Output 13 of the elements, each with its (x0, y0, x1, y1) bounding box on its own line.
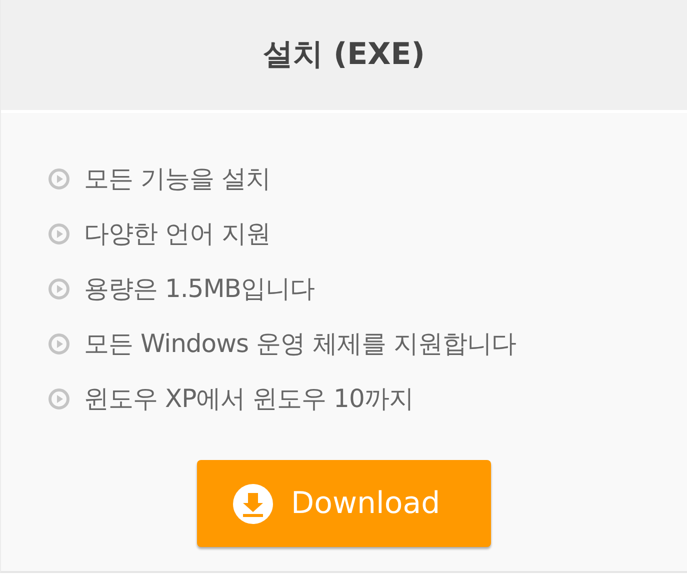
play-circle-icon (48, 278, 70, 300)
play-circle-icon (48, 168, 70, 190)
feature-text: 모든 기능을 설치 (84, 162, 270, 195)
feature-text: 모든 Windows 운영 체제를 지원합니다 (84, 328, 516, 360)
feature-text: 용량은 1.5MB입니다 (84, 272, 314, 305)
play-circle-icon (48, 222, 70, 244)
download-icon (233, 484, 273, 524)
play-circle-icon (48, 332, 70, 354)
feature-text: 다양한 언어 지원 (84, 218, 270, 250)
download-button[interactable]: Download (197, 460, 491, 547)
feature-text: 윈도우 XP에서 윈도우 10까지 (84, 382, 414, 415)
play-circle-icon (48, 388, 70, 410)
panel-title: 설치 (EXE) (263, 37, 425, 73)
